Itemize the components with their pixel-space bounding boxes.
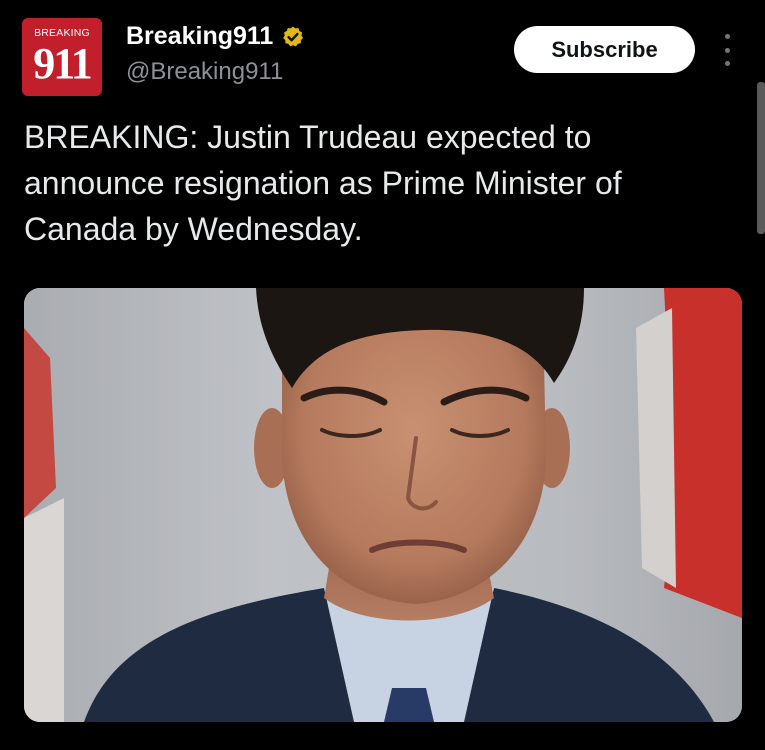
flag-left-white xyxy=(24,498,64,722)
account-handle[interactable]: @Breaking911 xyxy=(126,58,283,86)
display-name[interactable]: Breaking911 xyxy=(126,22,273,51)
more-dot xyxy=(724,61,730,66)
author-name-row[interactable]: Breaking911 xyxy=(126,22,305,51)
tie xyxy=(384,688,434,722)
flag-right-white xyxy=(636,308,676,588)
verified-badge-icon xyxy=(283,26,304,46)
more-dot xyxy=(724,47,730,53)
more-options-icon[interactable] xyxy=(718,34,736,66)
tweet-post: BREAKING 911 Breaking911 @Breaking911 Su… xyxy=(0,0,765,750)
news-photo xyxy=(24,288,742,722)
scrollbar[interactable] xyxy=(757,82,765,234)
tweet-text: BREAKING: Justin Trudeau expected to ann… xyxy=(24,119,622,247)
more-dot xyxy=(724,34,730,39)
avatar[interactable]: BREAKING 911 xyxy=(22,18,102,96)
tweet-media-image[interactable] xyxy=(24,288,742,722)
avatar-logo-number: 911 xyxy=(33,39,93,88)
avatar-logo-top: BREAKING xyxy=(34,27,90,39)
subscribe-button[interactable]: Subscribe xyxy=(514,26,695,73)
